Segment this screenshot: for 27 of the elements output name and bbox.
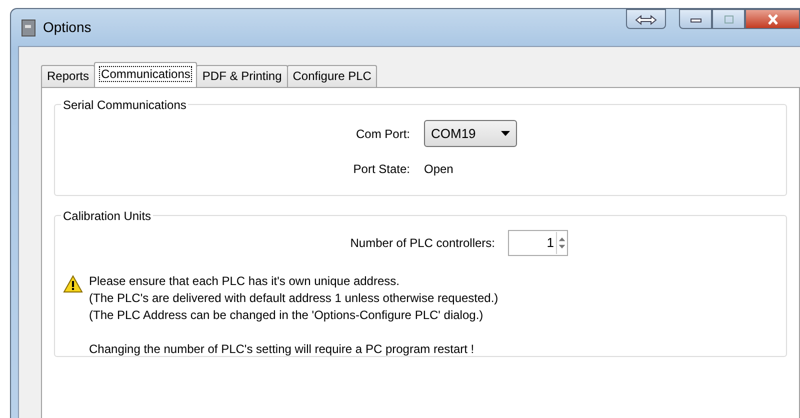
tab[interactable]: Communications bbox=[94, 62, 198, 87]
maximize-icon bbox=[724, 15, 734, 24]
controllers-spinner[interactable]: 1 bbox=[508, 230, 568, 256]
close-icon bbox=[766, 14, 778, 26]
window-title: Options bbox=[43, 18, 92, 37]
notice-line: (The PLC Address can be changed in the 'Options-Configure PLC' dialog.) bbox=[89, 307, 484, 324]
caret-icon bbox=[501, 131, 510, 136]
spin-arrows-icon bbox=[556, 232, 567, 254]
port-state-label: Port State: bbox=[352, 161, 410, 178]
maximize-button[interactable] bbox=[712, 9, 745, 29]
tab[interactable]: Reports bbox=[41, 65, 96, 87]
minimize-button[interactable] bbox=[679, 9, 712, 29]
resize-button[interactable] bbox=[626, 9, 666, 29]
com-port-dropdown[interactable]: COM19 bbox=[424, 120, 517, 147]
app-icon bbox=[21, 18, 37, 36]
minimize-icon bbox=[690, 16, 702, 23]
double-arrow-icon bbox=[635, 14, 657, 25]
controllers-label: Number of PLC controllers: bbox=[349, 235, 495, 252]
close-button[interactable] bbox=[745, 9, 800, 29]
com-port-label: Com Port: bbox=[354, 126, 410, 142]
restart-note: Changing the number of PLC's setting will require a PC program restart ! bbox=[89, 341, 476, 358]
tab[interactable]: PDF & Printing bbox=[196, 65, 288, 87]
warning-icon bbox=[63, 275, 83, 293]
port-state-value: Open bbox=[424, 161, 454, 178]
notice-line: (The PLC's are delivered with default address 1 unless otherwise requested.) bbox=[89, 290, 498, 307]
notice-line: Please ensure that each PLC has it's own unique address. bbox=[89, 273, 400, 290]
tab[interactable]: Configure PLC bbox=[286, 65, 378, 87]
